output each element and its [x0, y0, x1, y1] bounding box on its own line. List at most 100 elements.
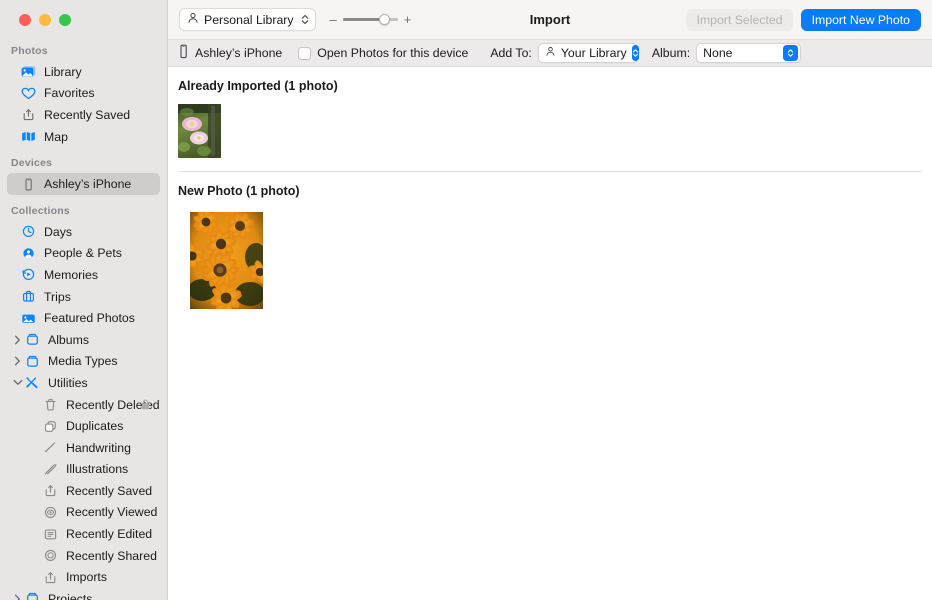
add-to-value: Your Library [560, 46, 627, 60]
sidebar-item-utilities[interactable]: Utilities [7, 372, 160, 394]
memories-play-icon [20, 267, 37, 282]
sidebar-item-days[interactable]: Days [7, 221, 160, 243]
save-arrow-icon [42, 570, 59, 585]
sidebar-item-label: Albums [48, 332, 90, 347]
sidebar-item-recently-deleted[interactable]: Recently Deleted [7, 394, 160, 416]
device-indicator: Ashley’s iPhone [178, 44, 282, 62]
sidebar-item-recently-saved[interactable]: Recently Saved [7, 104, 160, 126]
group-new-photo: New Photo (1 photo) [168, 172, 932, 309]
sidebar-item-label: Recently Viewed [66, 505, 158, 520]
chevron-right-icon[interactable] [11, 356, 24, 366]
group-already-imported: Already Imported (1 photo) [168, 67, 932, 172]
chevron-up-down-icon [783, 45, 799, 61]
sidebar-item-memories[interactable]: Memories [7, 264, 160, 286]
sidebar-item-label: Recently Saved [66, 483, 153, 498]
sidebar-item-recently-saved-util[interactable]: Recently Saved [7, 480, 160, 502]
sidebar-item-label: Memories [44, 267, 98, 282]
zoom-in-label[interactable]: + [404, 13, 412, 26]
sidebar-item-label: Imports [66, 570, 107, 585]
chevron-right-icon[interactable] [11, 594, 24, 600]
sidebar-item-recently-viewed[interactable]: Recently Viewed [7, 502, 160, 524]
sidebar-item-label: Trips [44, 289, 71, 304]
add-to-popup-button[interactable]: Your Library [537, 43, 639, 63]
sidebar-item-label: Recently Saved [44, 107, 131, 122]
duplicates-icon [42, 419, 59, 434]
zoom-slider-control[interactable]: – + [330, 13, 412, 26]
zoom-button[interactable] [59, 14, 71, 26]
album-folder-icon [24, 591, 41, 600]
zoom-slider-track[interactable] [342, 14, 398, 25]
titlebar: Personal Library – + Import Import Selec… [168, 0, 932, 40]
import-selected-button[interactable]: Import Selected [686, 8, 793, 31]
sidebar-item-recently-shared[interactable]: Recently Shared [7, 545, 160, 567]
add-to-label: Add To: [490, 46, 532, 60]
minimize-button[interactable] [39, 14, 51, 26]
import-new-photo-button[interactable]: Import New Photo [800, 8, 921, 31]
album-value: None [703, 46, 733, 60]
person-icon [187, 12, 199, 27]
suitcase-icon [20, 289, 37, 304]
orange-rudbeckia-photo [190, 212, 263, 309]
close-button[interactable] [19, 14, 31, 26]
sidebar-item-featured-photos[interactable]: Featured Photos [7, 307, 160, 329]
open-photos-checkbox-row[interactable]: Open Photos for this device [298, 46, 468, 60]
sidebar-item-trips[interactable]: Trips [7, 286, 160, 308]
sidebar-item-ashleys-iphone[interactable]: Ashley’s iPhone [7, 173, 160, 195]
photos-import-window: Photos Library Favorites Recently Saved [0, 0, 932, 600]
album-folder-icon [24, 354, 41, 369]
photo-library-icon [20, 64, 37, 79]
sidebar-item-duplicates[interactable]: Duplicates [7, 415, 160, 437]
sidebar-item-media-types[interactable]: Media Types [7, 351, 160, 373]
sidebar-item-recently-edited[interactable]: Recently Edited [7, 523, 160, 545]
library-popup-label: Personal Library [204, 12, 294, 27]
sidebar-item-favorites[interactable]: Favorites [7, 83, 160, 105]
chevron-up-down-icon [631, 45, 639, 61]
illustrations-icon [42, 462, 59, 477]
sidebar-item-projects[interactable]: Projects [7, 588, 160, 600]
trash-icon [42, 397, 59, 412]
sidebar-item-label: Favorites [44, 86, 95, 101]
album-popup-button[interactable]: None [696, 43, 802, 63]
open-photos-checkbox[interactable] [298, 46, 312, 60]
person-circle-icon [20, 246, 37, 261]
sidebar-item-label: Days [44, 224, 73, 239]
iphone-icon [20, 177, 37, 192]
chevron-up-down-icon [301, 14, 309, 25]
tools-icon [24, 375, 41, 390]
sidebar-item-library[interactable]: Library [7, 61, 160, 83]
photo-thumbnail-new-photo[interactable] [190, 212, 263, 309]
chevron-right-icon[interactable] [11, 335, 24, 345]
thumbnail-row [168, 93, 932, 158]
sidebar-item-label: Projects [48, 591, 93, 600]
chevron-down-icon[interactable] [11, 379, 24, 386]
sidebar-scroll-area: Photos Library Favorites Recently Saved [0, 40, 167, 600]
open-photos-checkbox-label: Open Photos for this device [317, 46, 469, 60]
heart-icon [20, 86, 37, 101]
sidebar-item-imports[interactable]: Imports [7, 566, 160, 588]
map-icon [20, 129, 37, 144]
sidebar-item-people-and-pets[interactable]: People & Pets [7, 243, 160, 265]
sidebar-item-albums[interactable]: Albums [7, 329, 160, 351]
sidebar-item-label: Handwriting [66, 440, 131, 455]
photo-thumbnail-already-imported[interactable] [178, 104, 221, 158]
sidebar-item-label: Illustrations [66, 462, 129, 477]
lock-icon [141, 399, 150, 410]
sidebar-item-label: Recently Edited [66, 527, 153, 542]
main-area: Personal Library – + Import Import Selec… [168, 0, 932, 600]
thumbnail-row [168, 198, 932, 309]
sidebar-section-photos-title: Photos [11, 45, 48, 57]
zoom-out-label[interactable]: – [330, 13, 337, 26]
zoom-slider-thumb[interactable] [378, 14, 390, 25]
save-arrow-icon [20, 107, 37, 122]
section-heading: Already Imported (1 photo) [178, 79, 338, 93]
traffic-light-controls [0, 0, 167, 40]
save-arrow-icon [42, 483, 59, 498]
sidebar-item-label: Media Types [48, 354, 118, 369]
sidebar-item-label: Utilities [48, 375, 88, 390]
titlebar-actions: Import Selected Import New Photo [686, 8, 921, 31]
sidebar-item-handwriting[interactable]: Handwriting [7, 437, 160, 459]
edited-icon [42, 527, 59, 542]
sidebar-item-illustrations[interactable]: Illustrations [7, 459, 160, 481]
sidebar-item-map[interactable]: Map [7, 126, 160, 148]
library-popup-button[interactable]: Personal Library [179, 8, 316, 31]
